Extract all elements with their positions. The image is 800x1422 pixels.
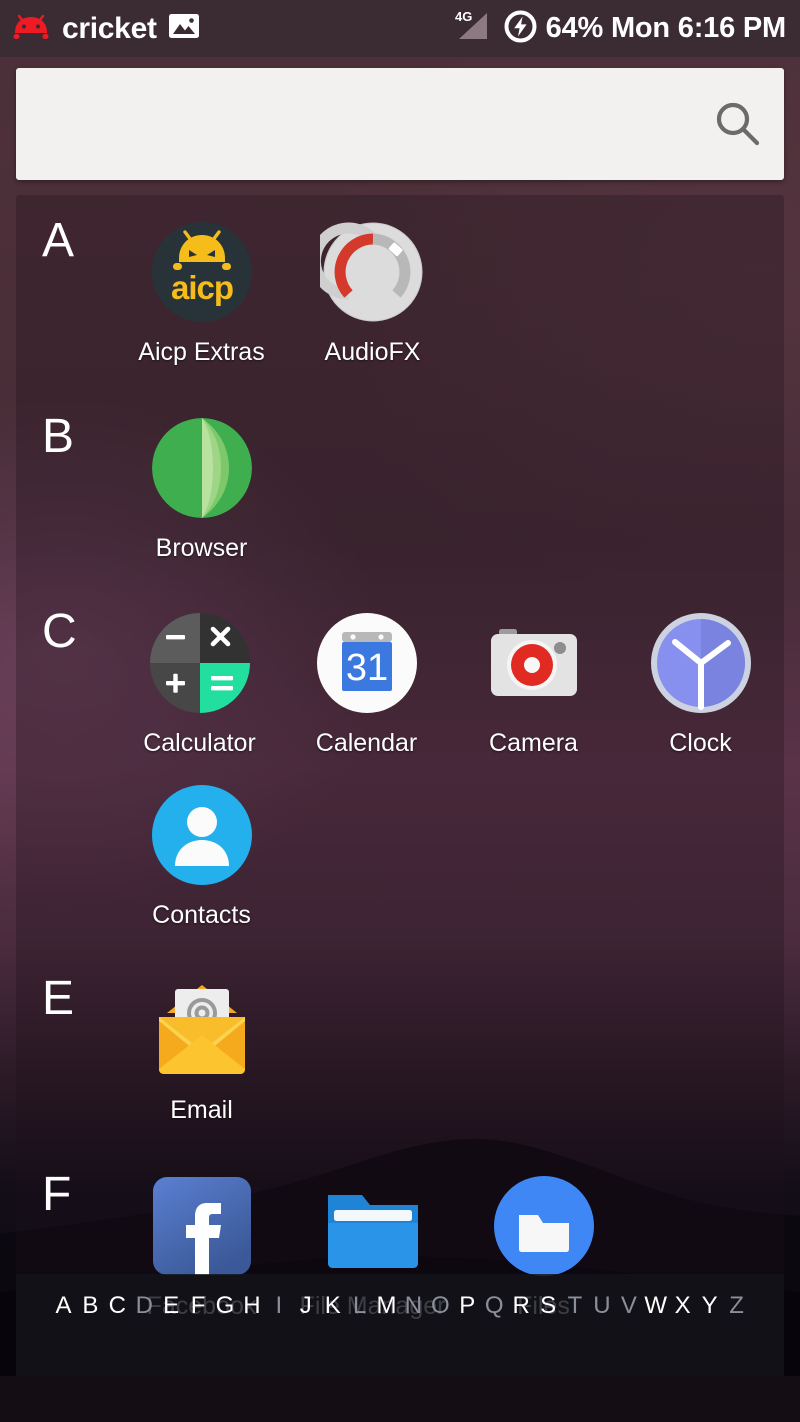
app-label: Calendar: [315, 729, 418, 757]
app-row: Email: [16, 953, 784, 1125]
app-label: Contacts: [152, 900, 251, 929]
app-label: Clock: [669, 729, 732, 757]
section-header-letter: E: [42, 972, 75, 1025]
files-icon: [491, 1173, 597, 1279]
alphabet-index-letter-v[interactable]: V: [615, 1294, 642, 1318]
camera-icon: [481, 610, 587, 716]
app-item-contacts[interactable]: Contacts: [116, 758, 287, 930]
section-header-letter: C: [42, 605, 77, 658]
alphabet-index-letter-q[interactable]: Q: [481, 1294, 508, 1318]
calculator-icon: [147, 610, 253, 716]
alphabet-index-letter-u[interactable]: U: [588, 1294, 615, 1318]
contacts-icon: [149, 782, 255, 888]
calendar-icon: 31: [314, 610, 420, 716]
app-item-calendar[interactable]: 31 Calendar: [283, 586, 450, 758]
app-section-e: E Email: [16, 953, 784, 1125]
carrier-label: cricket: [62, 11, 157, 45]
bottom-navigation-strip: [0, 1376, 800, 1422]
alphabet-scroll-index[interactable]: ABCDEFGHIJKLMNOPQRSTUVWXYZ: [16, 1274, 784, 1376]
alphabet-index-letter-g[interactable]: G: [212, 1294, 239, 1318]
section-header-letter: A: [42, 214, 75, 267]
alphabet-index-letter-b[interactable]: B: [77, 1294, 104, 1318]
alphabet-letter-list[interactable]: ABCDEFGHIJKLMNOPQRSTUVWXYZ: [16, 1294, 784, 1318]
alphabet-index-letter-t[interactable]: T: [562, 1294, 589, 1318]
facebook-icon: [149, 1173, 255, 1279]
alphabet-index-letter-z[interactable]: Z: [723, 1294, 750, 1318]
svg-text:31: 31: [345, 647, 387, 689]
alphabet-index-letter-i[interactable]: I: [265, 1294, 292, 1318]
app-label: Calculator: [143, 729, 256, 757]
app-section-b: B Browser: [16, 391, 784, 563]
alphabet-index-letter-p[interactable]: P: [454, 1294, 481, 1318]
app-row: Browser: [16, 391, 784, 563]
clock-icon: [648, 610, 754, 716]
search-input[interactable]: [16, 68, 692, 180]
android-head-icon: [10, 12, 52, 45]
alphabet-index-letter-e[interactable]: E: [158, 1294, 185, 1318]
app-row: Contacts: [16, 758, 784, 930]
alphabet-index-letter-h[interactable]: H: [238, 1294, 265, 1318]
section-header-letter: F: [42, 1167, 72, 1221]
alphabet-index-letter-r[interactable]: R: [508, 1294, 535, 1318]
app-label: Aicp Extras: [138, 338, 265, 366]
app-label: AudioFX: [324, 338, 421, 366]
battery-and-clock-label: 64% Mon 6:16 PM: [545, 12, 787, 44]
alphabet-index-letter-w[interactable]: W: [642, 1294, 669, 1318]
alphabet-index-letter-s[interactable]: S: [535, 1294, 562, 1318]
signal-triangle-icon: 4G: [451, 9, 495, 48]
app-label: Browser: [155, 533, 248, 562]
svg-text:aicp: aicp: [170, 269, 232, 306]
app-item-calculator[interactable]: Calculator: [116, 586, 283, 758]
app-label: Email: [170, 1096, 233, 1124]
app-item-aicp-extras[interactable]: aicp Aicp Extras: [116, 195, 287, 367]
aicp-extras-icon: aicp: [149, 219, 255, 325]
search-bar[interactable]: [16, 68, 784, 180]
audiofx-icon: [319, 219, 426, 325]
svg-text:4G: 4G: [455, 9, 472, 24]
app-item-browser[interactable]: Browser: [116, 391, 287, 563]
alphabet-index-letter-j[interactable]: J: [292, 1294, 319, 1318]
alphabet-index-letter-x[interactable]: X: [669, 1294, 696, 1318]
alphabet-index-letter-m[interactable]: M: [373, 1294, 400, 1318]
app-drawer[interactable]: A aicp Aicp Extras AudioFX B Browser C C…: [16, 195, 784, 1376]
alphabet-index-letter-y[interactable]: Y: [696, 1294, 723, 1318]
email-icon: [149, 977, 255, 1083]
status-bar: cricket 4G 64% Mon 6:16 PM: [0, 0, 800, 57]
file-manager-icon: [320, 1173, 426, 1279]
search-icon[interactable]: [692, 98, 784, 150]
app-item-audiofx[interactable]: AudioFX: [287, 195, 458, 367]
alphabet-index-letter-n[interactable]: N: [400, 1294, 427, 1318]
alphabet-index-letter-f[interactable]: F: [185, 1294, 212, 1318]
browser-icon: [149, 415, 255, 521]
app-item-camera[interactable]: Camera: [450, 586, 617, 758]
alphabet-index-letter-o[interactable]: O: [427, 1294, 454, 1318]
alphabet-index-letter-l[interactable]: L: [346, 1294, 373, 1318]
app-section-a: A aicp Aicp Extras AudioFX: [16, 195, 784, 367]
app-row: Calculator 31 Calendar Camera Clock: [16, 586, 784, 758]
app-drawer-scroll-area[interactable]: A aicp Aicp Extras AudioFX B Browser C C…: [16, 195, 784, 1376]
alphabet-index-letter-k[interactable]: K: [319, 1294, 346, 1318]
app-label: Camera: [489, 729, 578, 757]
app-item-clock[interactable]: Clock: [617, 586, 784, 758]
app-row: aicp Aicp Extras AudioFX: [16, 195, 784, 367]
section-header-letter: B: [42, 409, 75, 463]
alphabet-index-letter-c[interactable]: C: [104, 1294, 131, 1318]
image-icon: [168, 14, 199, 43]
alphabet-index-letter-a[interactable]: A: [50, 1294, 77, 1318]
alphabet-index-letter-d[interactable]: D: [131, 1294, 158, 1318]
app-item-email[interactable]: Email: [116, 953, 287, 1125]
app-section-c: C Calculator 31 Calendar Camera Clock Co…: [16, 586, 784, 929]
battery-charging-icon: [504, 10, 537, 48]
